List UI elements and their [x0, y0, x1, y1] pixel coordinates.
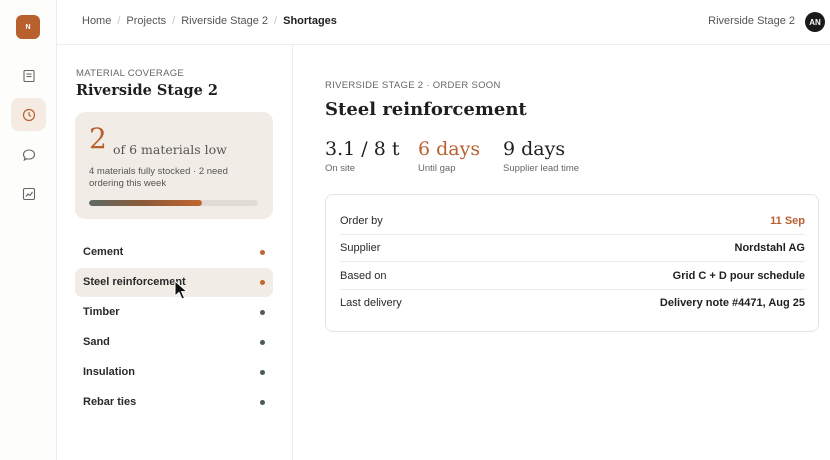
list-item[interactable]: Sand: [75, 328, 273, 357]
avatar-initials: AN: [809, 17, 821, 27]
avatar[interactable]: AN: [805, 12, 825, 32]
detail-row: Last delivery Delivery note #4471, Aug 2…: [340, 290, 805, 317]
detail-row-value: Delivery note #4471, Aug 25: [659, 297, 805, 309]
breadcrumb-current: Shortages: [283, 15, 337, 27]
clock-icon: [22, 108, 35, 121]
status-dot-ok: [260, 340, 265, 345]
breadcrumb-project[interactable]: Riverside Stage 2: [181, 15, 268, 27]
document-icon: [22, 69, 35, 82]
status-dot-ok: [260, 400, 265, 405]
breadcrumb-separator: /: [274, 15, 278, 27]
list-item[interactable]: Insulation: [75, 358, 273, 387]
detail-row: Order by 11 Sep: [340, 208, 805, 235]
chat-icon: [22, 148, 35, 161]
material-label: Insulation: [83, 366, 135, 378]
stat-value: 9 days: [503, 138, 566, 160]
stat-label: Supplier lead time: [503, 163, 580, 174]
order-details-card: Order by 11 Sep Supplier Nordstahl AG Ba…: [325, 194, 819, 332]
app-logo-text: N: [25, 23, 31, 31]
detail-row-value: Grid C + D pour schedule: [672, 270, 805, 282]
material-label: Timber: [83, 306, 120, 318]
breadcrumb-separator: /: [117, 15, 121, 27]
detail-eyebrow: RIVERSIDE STAGE 2 · ORDER SOON: [325, 80, 501, 91]
stat-lead-time: 9 days Supplier lead time: [503, 138, 579, 174]
detail-row-label: Order by: [340, 215, 383, 227]
detail-row: Based on Grid C + D pour schedule: [340, 263, 805, 290]
project-switcher[interactable]: Riverside Stage 2: [708, 15, 795, 27]
material-label: Rebar ties: [83, 396, 137, 408]
detail-row-value: Nordstahl AG: [734, 242, 806, 254]
list-item[interactable]: Cement: [75, 238, 273, 267]
rail-documents-button[interactable]: [11, 59, 46, 92]
breadcrumb-home[interactable]: Home: [82, 15, 111, 27]
material-label: Steel reinforcement: [83, 276, 186, 288]
rail-messages-button[interactable]: [11, 138, 46, 171]
stat-until-gap: 6 days Until gap: [418, 138, 480, 174]
stat-value: 3.1 / 8 t: [325, 138, 400, 160]
stat-label: On site: [325, 163, 356, 174]
detail-row-label: Last delivery: [340, 297, 402, 309]
left-rail: N: [0, 0, 57, 460]
detail-panel: RIVERSIDE STAGE 2 · ORDER SOON Steel rei…: [293, 45, 830, 460]
detail-row-label: Supplier: [340, 242, 381, 254]
breadcrumb-separator: /: [172, 15, 176, 27]
low-count: 2: [89, 122, 107, 155]
coverage-description: 4 materials fully stocked · 2 need order…: [89, 166, 228, 189]
material-label: Sand: [83, 336, 110, 348]
coverage-title: Riverside Stage 2: [76, 82, 218, 99]
materials-list: Cement Steel reinforcement Timber Sand I…: [75, 238, 273, 418]
stat-label: Until gap: [418, 163, 456, 174]
stat-value: 6 days: [418, 138, 481, 160]
detail-row-label: Based on: [340, 270, 387, 282]
rail-reports-button[interactable]: [11, 177, 46, 210]
app-logo[interactable]: N: [16, 15, 40, 39]
breadcrumb-projects[interactable]: Projects: [126, 15, 166, 27]
status-dot-low: [260, 250, 265, 255]
material-label: Cement: [83, 246, 124, 258]
low-count-text: of 6 materials low: [113, 142, 227, 157]
list-item[interactable]: Timber: [75, 298, 273, 327]
coverage-eyebrow: MATERIAL COVERAGE: [76, 68, 185, 79]
detail-row: Supplier Nordstahl AG: [340, 235, 805, 262]
status-dot-ok: [260, 370, 265, 375]
status-dot-ok: [260, 310, 265, 315]
rail-shortages-button[interactable]: [11, 98, 46, 131]
coverage-progress-bar: [89, 200, 258, 206]
coverage-progress-fill: [89, 200, 203, 206]
detail-row-value: 11 Sep: [770, 215, 805, 227]
mouse-cursor-icon: [174, 280, 189, 300]
materials-panel: MATERIAL COVERAGE Riverside Stage 2 2 of…: [57, 45, 293, 460]
breadcrumb: Home / Projects / Riverside Stage 2 / Sh…: [82, 15, 337, 27]
stat-on-site: 3.1 / 8 t On site: [325, 138, 399, 174]
top-bar: Home / Projects / Riverside Stage 2 / Sh…: [57, 0, 830, 45]
list-item[interactable]: Rebar ties: [75, 388, 273, 417]
chart-icon: [22, 187, 35, 200]
coverage-summary-card: 2 of 6 materials low 4 materials fully s…: [75, 112, 273, 219]
status-dot-low: [260, 280, 265, 285]
detail-title: Steel reinforcement: [325, 99, 527, 120]
